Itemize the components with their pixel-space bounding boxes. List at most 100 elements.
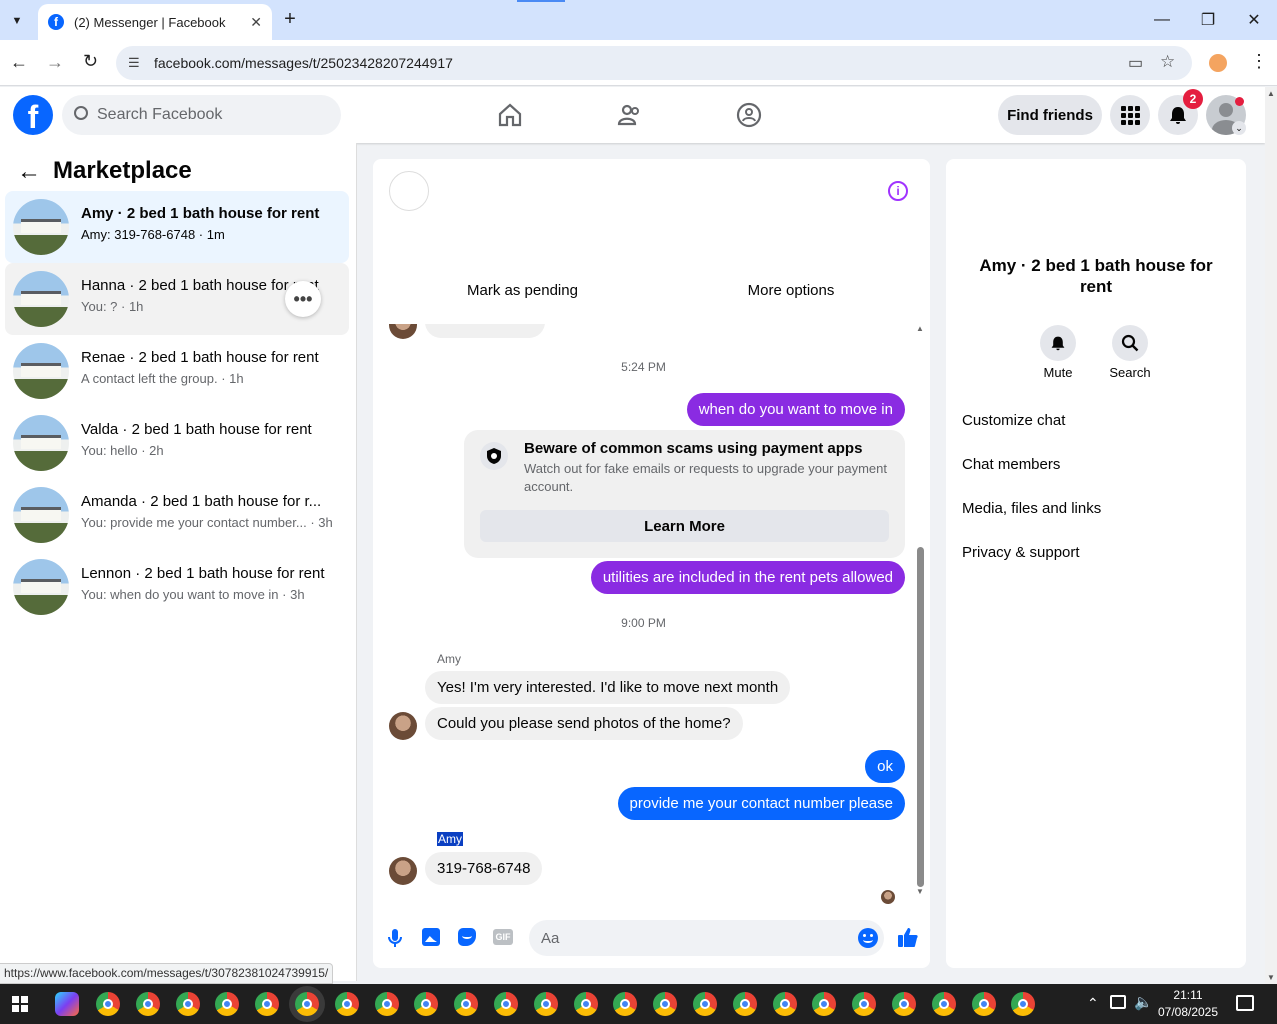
learn-more-label: Learn More (644, 517, 725, 535)
emoji-icon[interactable] (858, 928, 878, 948)
taskbar-browser-icon[interactable] (215, 992, 240, 1016)
message-utilities: utilities are included in the rent pets … (590, 561, 905, 594)
new-tab-button[interactable]: + (279, 8, 301, 32)
learn-more-button[interactable]: Learn More (480, 510, 889, 542)
thread-scrollbar[interactable]: ▲ ▼ (914, 324, 926, 896)
clock-date[interactable]: 07/08/2025 (1156, 1005, 1220, 1019)
conversation-item[interactable]: Renae · 2 bed 1 bath house for rent A con… (5, 335, 349, 407)
mark-as-pending-label: Mark as pending (467, 281, 578, 299)
browser-menu-icon[interactable]: ⋮ (1250, 51, 1268, 72)
taskbar-browser-icon[interactable] (573, 992, 598, 1016)
menu-customize-chat[interactable]: Customize chat (962, 412, 1065, 429)
taskbar-browser-icon[interactable] (931, 992, 956, 1016)
conversation-options-button[interactable]: ••• (285, 281, 321, 317)
menu-privacy-support[interactable]: Privacy & support (962, 544, 1080, 561)
close-tab-icon[interactable]: ✕ (250, 14, 262, 31)
reload-icon[interactable]: ↻ (83, 51, 98, 72)
mark-as-pending-button[interactable]: Mark as pending (389, 275, 656, 305)
microphone-icon[interactable] (388, 928, 402, 948)
groups-icon[interactable] (736, 102, 762, 128)
conversation-title: Amy · 2 bed 1 bath house for rent (81, 205, 320, 222)
taskbar-browser-icon[interactable] (892, 992, 916, 1016)
taskbar-browser-icon[interactable] (494, 992, 518, 1016)
conversation-preview: A contact left the group. · 1h (81, 371, 244, 386)
thumbs-up-icon[interactable] (897, 926, 919, 948)
copilot-icon[interactable] (55, 992, 79, 1016)
page-scrollbar[interactable]: ▲ ▼ (1265, 87, 1277, 984)
conversation-item[interactable]: Amanda · 2 bed 1 bath house for r... You:… (5, 479, 349, 551)
find-friends-button[interactable]: Find friends (998, 95, 1102, 135)
info-icon[interactable]: i (888, 181, 908, 201)
taskbar-browser-icon[interactable] (732, 992, 757, 1016)
browser-tab-active[interactable]: f (2) Messenger | Facebook ✕ (38, 4, 272, 40)
profile-status-dot (1235, 97, 1244, 106)
taskbar-browser-icon[interactable] (693, 992, 717, 1016)
taskbar-browser-icon[interactable] (454, 992, 479, 1016)
friends-icon[interactable] (617, 102, 643, 128)
sender-name-2: Amy (437, 832, 463, 846)
restore-button[interactable]: ❐ (1185, 0, 1231, 40)
notification-center-icon[interactable] (1236, 995, 1254, 1011)
taskbar-browser-icon[interactable] (414, 992, 439, 1016)
message-input[interactable]: Aa (529, 920, 884, 956)
info-panel-title: Amy · 2 bed 1 bath house for rent (979, 256, 1213, 296)
menu-chat-members[interactable]: Chat members (962, 456, 1060, 473)
taskbar-browser-icon[interactable] (653, 992, 678, 1016)
sticker-icon[interactable] (458, 928, 476, 946)
taskbar-browser-icon[interactable] (255, 992, 280, 1016)
notification-count: 2 (1189, 92, 1197, 106)
taskbar-browser-icon[interactable] (852, 992, 877, 1016)
url-bar[interactable]: ☰ facebook.com/messages/t/25023428207244… (116, 46, 1192, 80)
mute-button[interactable] (1040, 325, 1076, 361)
url-text: facebook.com/messages/t/2502342820724491… (154, 55, 453, 71)
extension-icon[interactable] (1209, 54, 1227, 72)
account-chevron-icon[interactable]: ⌄ (1232, 121, 1246, 135)
facebook-search-input[interactable]: Search Facebook (62, 95, 341, 135)
menu-media-files-links[interactable]: Media, files and links (962, 500, 1101, 517)
back-arrow-icon[interactable]: ← (17, 158, 41, 186)
conversation-item[interactable]: Lennon · 2 bed 1 bath house for rent You:… (5, 551, 349, 623)
windows-start-icon[interactable] (12, 996, 28, 1012)
tab-search-icon[interactable]: ▼ (6, 10, 28, 32)
taskbar-browser-icon[interactable] (1011, 992, 1036, 1016)
taskbar-browser-icon[interactable] (812, 992, 837, 1016)
search-icon (74, 106, 88, 120)
taskbar-browser-icon[interactable] (971, 992, 996, 1016)
taskbar-browser-icon[interactable] (175, 992, 200, 1016)
tray-chevron-icon[interactable]: ⌃ (1087, 995, 1099, 1012)
taskbar-browser-icon[interactable] (374, 992, 399, 1016)
forward-icon[interactable]: → (46, 52, 64, 73)
close-window-button[interactable]: ✕ (1231, 0, 1277, 40)
windows-taskbar: ⌃ 🔈 21:11 07/08/2025 (0, 984, 1277, 1024)
taskbar-browser-icon[interactable] (533, 992, 558, 1016)
clock-time[interactable]: 21:11 (1160, 988, 1216, 1002)
taskbar-browser-icon[interactable] (295, 992, 319, 1016)
facebook-logo-icon[interactable]: f (13, 95, 53, 135)
conversation-preview: You: when do you want to move in · 3h (81, 587, 305, 602)
bookmark-star-icon[interactable]: ☆ (1160, 52, 1175, 72)
chat-header-avatar[interactable] (389, 171, 429, 211)
conversation-item[interactable]: Amy · 2 bed 1 bath house for rent Amy: 31… (5, 191, 349, 263)
listing-thumbnail (13, 271, 69, 327)
volume-icon[interactable]: 🔈 (1134, 993, 1153, 1011)
search-icon (1121, 334, 1139, 352)
network-icon[interactable] (1110, 995, 1126, 1009)
more-options-label: More options (747, 281, 835, 299)
install-app-icon[interactable]: ▭ (1128, 53, 1143, 73)
taskbar-browser-icon[interactable] (772, 992, 797, 1016)
search-chat-button[interactable] (1112, 325, 1148, 361)
more-options-button[interactable]: More options (656, 275, 926, 305)
taskbar-browser-icon[interactable] (96, 992, 120, 1016)
photo-icon[interactable] (422, 928, 440, 946)
minimize-button[interactable]: — (1139, 0, 1185, 40)
back-icon[interactable]: ← (10, 52, 28, 73)
menu-button[interactable] (1110, 95, 1150, 135)
conversation-preview: Amy: 319-768-6748 · 1m (81, 227, 225, 242)
taskbar-browser-icon[interactable] (135, 992, 160, 1016)
taskbar-browser-icon[interactable] (334, 992, 359, 1016)
taskbar-browser-icon[interactable] (613, 992, 638, 1016)
site-info-icon[interactable]: ☰ (128, 55, 140, 71)
gif-icon[interactable]: GIF (493, 929, 513, 945)
home-icon[interactable] (497, 102, 523, 128)
conversation-item[interactable]: Valda · 2 bed 1 bath house for rent You: … (5, 407, 349, 479)
